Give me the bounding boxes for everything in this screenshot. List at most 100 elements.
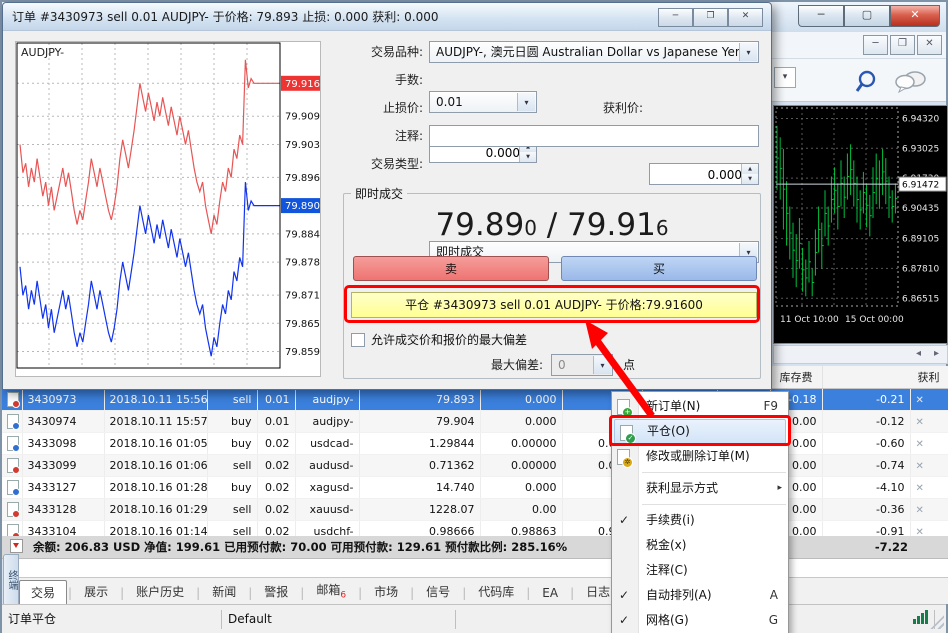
svg-text:6.87810: 6.87810 — [902, 264, 939, 274]
menu-item-获利显示方式[interactable]: 获利显示方式▸ — [612, 476, 788, 501]
group-title: 即时成交 — [351, 185, 407, 202]
cell-lots: 0.02 — [257, 477, 295, 499]
spin-down-icon[interactable]: ▼ — [742, 174, 758, 184]
close-order-x-icon[interactable]: ✕ — [916, 395, 924, 406]
max-deviation-select: 0 ▾ — [551, 354, 613, 376]
tab-代码库[interactable]: 代码库 — [467, 580, 525, 604]
deviation-checkbox[interactable] — [351, 333, 365, 347]
status-cell-1: Default — [222, 610, 456, 629]
close-order-x-icon[interactable]: ✕ — [916, 461, 924, 472]
take-profit-stepper[interactable]: ▲▼ — [649, 163, 759, 185]
terminal-side-tab[interactable]: 终端 — [3, 554, 19, 606]
tab-邮箱[interactable]: 邮箱6 — [305, 578, 357, 604]
tab-市场[interactable]: 市场 — [363, 580, 409, 604]
dialog-title: 订单 #3430973 sell 0.01 AUDJPY- 于价格: 79.89… — [12, 10, 438, 24]
volume-select[interactable]: 0.01 ▾ — [429, 91, 537, 113]
spin-down-icon[interactable]: ▼ — [520, 152, 536, 162]
column-header-swap[interactable]: 库存费 — [770, 366, 822, 389]
close-order-x-icon[interactable]: ✕ — [916, 439, 924, 450]
cell-symbol: usdcad- — [295, 433, 359, 455]
svg-text:15 Oct 00:00: 15 Oct 00:00 — [845, 315, 904, 325]
take-profit-input[interactable] — [650, 164, 745, 186]
dialog-title-bar[interactable]: 订单 #3430973 sell 0.01 AUDJPY- 于价格: 79.89… — [3, 3, 771, 31]
symbol-select[interactable]: AUDJPY-, 澳元日圆 Australian Dollar vs Japan… — [429, 41, 759, 63]
toolbar-dropdown-icon[interactable]: ▾ — [774, 67, 796, 88]
table-row-order-3433098[interactable]: 34330982018.10.16 01:05:54buy0.02usdcad-… — [2, 433, 948, 455]
symbol-label: 交易品种: — [333, 41, 423, 63]
cell-price: 79.904 — [359, 411, 480, 433]
close-window-icon[interactable]: ✕ — [890, 5, 940, 27]
column-header-profit[interactable]: 获利 — [822, 366, 948, 389]
cell-sl: 0.00000 — [480, 433, 562, 455]
tab-交易[interactable]: 交易 — [19, 580, 67, 605]
cell-time: 2018.10.16 01:06:05 — [104, 455, 207, 477]
metatrader-main-window: ─ ▢ ✕ ─ ❐ ✕ ▾ 6.943206.930256.917306.904… — [0, 0, 948, 633]
scroll-left-icon[interactable]: ◂ — [916, 348, 921, 359]
menu-item-平仓(O)[interactable]: ✓平仓(O) — [614, 419, 786, 444]
tab-新闻[interactable]: 新闻 — [201, 580, 247, 604]
mdi-close-icon[interactable]: ✕ — [917, 35, 942, 55]
tab-警报[interactable]: 警报 — [253, 580, 299, 604]
cell-symbol: audjpy- — [295, 389, 359, 411]
spin-up-icon[interactable]: ▲ — [742, 164, 758, 174]
svg-text:79.903: 79.903 — [285, 140, 320, 151]
sell-button[interactable]: 卖 — [353, 256, 549, 281]
table-row-order-3433127[interactable]: 34331272018.10.16 01:28:57buy0.02xagusd-… — [2, 477, 948, 499]
minimize-window-icon[interactable]: ─ — [798, 5, 844, 27]
table-row-order-3433128[interactable]: 34331282018.10.16 01:29:01sell0.02xauusd… — [2, 499, 948, 521]
chevron-down-icon: ▾ — [593, 356, 611, 374]
comment-label: 注释: — [333, 125, 423, 147]
tab-信号[interactable]: 信号 — [415, 580, 461, 604]
close-position-button[interactable]: 平仓 #3430973 sell 0.01 AUDJPY- 于价格:79.916… — [351, 292, 757, 318]
order-buy-icon — [7, 436, 19, 451]
close-order-x-icon[interactable]: ✕ — [916, 505, 924, 516]
comment-input[interactable] — [430, 126, 758, 146]
table-row-order-3433099[interactable]: 34330992018.10.16 01:06:05sell0.02audusd… — [2, 455, 948, 477]
menu-item-新订单(N)[interactable]: +新订单(N)F9 — [612, 394, 788, 419]
svg-text:AUDJPY-: AUDJPY- — [21, 46, 64, 59]
points-label: 点 — [623, 354, 635, 376]
order-sell-icon — [7, 458, 19, 473]
buy-button[interactable]: 买 — [561, 256, 757, 281]
chevron-down-icon[interactable]: ▾ — [517, 93, 535, 111]
tab-账户历史[interactable]: 账户历史 — [125, 580, 195, 604]
scroll-right-icon[interactable]: ▸ — [934, 348, 939, 359]
menu-item-修改或删除订单(M)[interactable]: ✲修改或删除订单(M) — [612, 444, 788, 469]
chart-scrollbar[interactable]: ◂ ▸ — [773, 345, 948, 364]
cell-type: buy — [207, 477, 257, 499]
close-order-x-icon[interactable]: ✕ — [916, 483, 924, 494]
order-type-label: 交易类型: — [333, 153, 423, 175]
mdi-window-controls: ─ ❐ ✕ — [861, 35, 942, 55]
menu-item-网格(G)[interactable]: ✓网格(G)G — [612, 608, 788, 633]
chat-bubbles-icon[interactable] — [895, 69, 929, 95]
zoom-search-icon[interactable] — [854, 69, 884, 95]
close-order-x-icon[interactable]: ✕ — [916, 417, 924, 428]
cell-lots: 0.02 — [257, 455, 295, 477]
cell-type: sell — [207, 389, 257, 411]
total-profit-value: -7.22 — [875, 536, 908, 559]
cell-price: 14.740 — [359, 477, 480, 499]
cell-sl: 0.00000 — [480, 455, 562, 477]
tab-展示[interactable]: 展示 — [73, 580, 119, 604]
maximize-window-icon[interactable]: ▢ — [844, 5, 890, 27]
menu-item-自动排列(A)[interactable]: ✓自动排列(A)A — [612, 583, 788, 608]
menu-item-税金(x)[interactable]: 税金(x) — [612, 533, 788, 558]
table-row-order-3430973[interactable]: 34309732018.10.11 15:56:55sell0.01audjpy… — [2, 389, 948, 411]
status-cell-0: 订单平仓 — [2, 610, 222, 629]
tab-EA[interactable]: EA — [531, 583, 569, 604]
menu-item-注释(C)[interactable]: 注释(C) — [612, 558, 788, 583]
cell-lots: 0.01 — [257, 389, 295, 411]
table-row-order-3430974[interactable]: 34309742018.10.11 15:57:08buy0.01audjpy-… — [2, 411, 948, 433]
dialog-close-icon[interactable]: ✕ — [728, 8, 763, 27]
svg-text:6.91472: 6.91472 — [902, 181, 939, 191]
svg-text:79.884: 79.884 — [285, 229, 320, 240]
usdcnh-price-chart[interactable]: 6.943206.930256.917306.904356.891056.878… — [773, 105, 948, 344]
menu-item-手续费(i)[interactable]: ✓手续费(i) — [612, 508, 788, 533]
mdi-restore-icon[interactable]: ❐ — [890, 35, 915, 55]
balance-icon — [10, 539, 23, 553]
dialog-minimize-icon[interactable]: ─ — [658, 8, 693, 27]
mdi-minimize-icon[interactable]: ─ — [863, 35, 888, 55]
dialog-restore-icon[interactable]: ❐ — [693, 8, 728, 27]
terminal-tabs: 交易|展示|账户历史|新闻|警报|邮箱6|市场|信号|代码库|EA|日志 — [19, 578, 948, 604]
chevron-down-icon[interactable]: ▾ — [739, 43, 757, 61]
